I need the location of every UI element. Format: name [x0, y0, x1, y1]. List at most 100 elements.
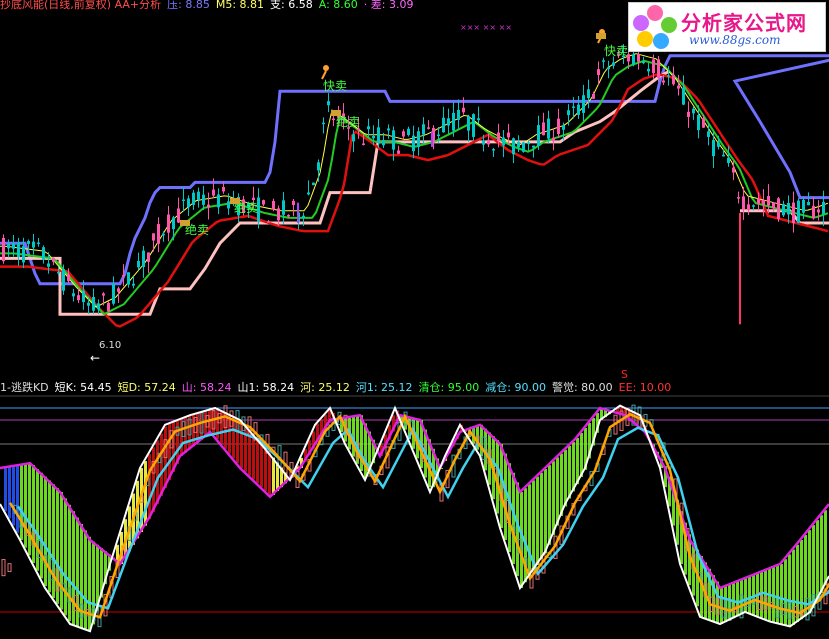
candle-body: [702, 118, 705, 128]
candle-body: [577, 104, 580, 115]
candle-body: [2, 237, 5, 262]
sell-fast-label: 快卖: [323, 79, 347, 93]
candle-body: [327, 101, 330, 106]
candle-body: [92, 296, 95, 311]
kd-histogram-bar: [264, 447, 267, 492]
candle-body: [667, 75, 670, 77]
kd-histogram-bar: [556, 457, 559, 526]
kd-histogram-bar: [32, 465, 35, 564]
candle-body: [802, 199, 805, 213]
kd-histogram-bar: [4, 467, 7, 512]
runner-icon: [323, 65, 329, 71]
candle-body: [467, 116, 470, 131]
candle-body: [87, 302, 90, 306]
sell-flag-icon: [230, 198, 240, 204]
candle-body: [307, 192, 310, 195]
kd-histogram-bar: [552, 461, 555, 536]
candle-body: [147, 252, 150, 262]
candle-body: [557, 118, 560, 135]
main-chart: 快卖快卖绝卖绝卖绝卖6.10←S××× ×× ××: [0, 23, 829, 633]
price-header-item-1: 压: 8.85: [167, 0, 210, 11]
candle-body: [457, 109, 460, 120]
kd-histogram-bar: [260, 443, 263, 488]
candle-body: [137, 260, 140, 268]
candle-body: [722, 154, 725, 157]
candle-body: [187, 198, 190, 208]
price-header-item-0: 抄底风能(日线,前复权) AA+分析: [0, 0, 162, 11]
candle-body: [547, 118, 550, 139]
kd-histogram-bar: [252, 433, 255, 480]
candle-body: [7, 243, 10, 249]
candle-body: [27, 241, 30, 244]
kd-histogram-bar: [540, 472, 543, 560]
indicator-header-item-3: 山: 58.24: [181, 381, 232, 394]
candle-body: [317, 162, 320, 171]
candle-body: [632, 54, 635, 65]
candle-body: [117, 288, 120, 292]
candle-body: [497, 132, 500, 142]
candle-body: [382, 139, 385, 146]
candle-body: [572, 106, 575, 108]
kd-histogram-bar: [60, 492, 63, 610]
candle-body: [707, 131, 710, 137]
kd-histogram-bar: [244, 424, 247, 472]
candle-body: [197, 191, 200, 201]
candle-body: [312, 182, 315, 186]
candle-body: [82, 290, 85, 303]
candle-body: [352, 134, 355, 142]
candle-body: [412, 135, 415, 152]
candle-body: [712, 139, 715, 157]
candle-body: [102, 293, 105, 296]
sell-fast-label-2: 快卖: [604, 44, 628, 58]
candle-body: [487, 139, 490, 145]
candle-body: [107, 302, 110, 312]
candle-body: [552, 137, 555, 142]
candle-body: [517, 141, 520, 148]
candle-body: [442, 117, 445, 133]
candle-body: [112, 284, 115, 304]
kd-histogram-bar: [504, 453, 507, 540]
candle-body: [512, 138, 515, 155]
candle-body: [767, 196, 770, 206]
candle-body: [332, 118, 335, 121]
candle-body: [647, 68, 650, 72]
logo-url: www.88gs.com: [689, 33, 781, 47]
sell-flag-icon: [180, 220, 190, 226]
candle-body: [42, 247, 45, 260]
candle-body: [162, 233, 165, 236]
candle-body: [657, 59, 660, 79]
candle-body: [52, 257, 55, 262]
candle-body: [372, 135, 375, 139]
annotations-layer: 快卖快卖绝卖绝卖绝卖6.10←S××× ×× ××: [90, 23, 628, 381]
candle-body: [47, 263, 50, 267]
kd-histogram-bar: [364, 423, 367, 479]
candle-body: [452, 112, 455, 131]
candle-body: [292, 200, 295, 206]
logo-title: 分析家公式网: [681, 11, 807, 35]
candle-body: [57, 271, 60, 274]
candle-body: [387, 128, 390, 131]
price-panel: [0, 43, 829, 328]
candle-body: [222, 187, 225, 192]
kd-histogram-bar: [156, 440, 159, 504]
indicator-header-item-0: 1-逃跌KD: [0, 381, 49, 394]
candle-body: [262, 200, 265, 205]
candle-body: [157, 224, 160, 244]
candle-body: [142, 250, 145, 267]
candle-body: [792, 202, 795, 224]
xmark-signal-row: ××× ×× ××: [460, 23, 512, 32]
kd-histogram-bar: [20, 464, 23, 540]
candle-body: [652, 59, 655, 74]
kd-histogram-bar: [560, 453, 563, 516]
candle-body: [692, 108, 695, 114]
candle-body: [762, 200, 765, 205]
sell-must-label-3: 绝卖: [336, 114, 360, 129]
candle-body: [427, 127, 430, 129]
candle-body: [417, 131, 420, 148]
candle-body: [787, 202, 790, 215]
candle-body: [77, 295, 80, 301]
kd-histogram-bar: [824, 510, 827, 586]
candle-body: [772, 202, 775, 209]
kd-histogram-bar: [536, 476, 539, 565]
candle-body: [212, 189, 215, 196]
